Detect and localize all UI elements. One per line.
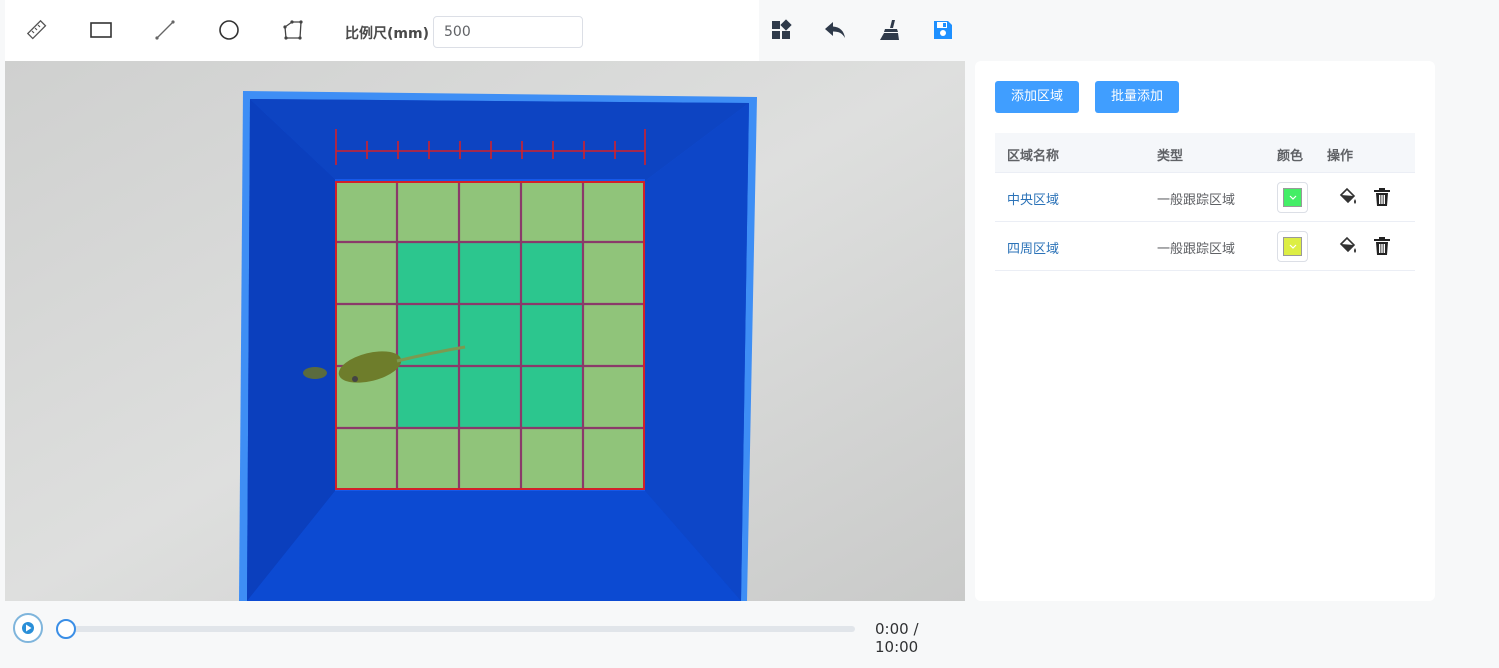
- region-type: 一般跟踪区域: [1157, 242, 1236, 257]
- region-grid: [335, 181, 645, 490]
- ruler-icon[interactable]: [21, 14, 53, 46]
- progress-knob[interactable]: [56, 619, 76, 639]
- circle-icon[interactable]: [213, 14, 245, 46]
- clear-brush-icon[interactable]: [873, 14, 905, 46]
- batch-add-button[interactable]: 批量添加: [1095, 81, 1180, 113]
- column-header: 操作: [1327, 149, 1354, 164]
- column-header: 颜色: [1277, 149, 1304, 164]
- color-picker[interactable]: [1277, 231, 1308, 262]
- save-icon[interactable]: [927, 14, 959, 46]
- undo-icon[interactable]: [819, 14, 851, 46]
- table-row: 中央区域 一般跟踪区域: [995, 173, 1415, 222]
- delete-icon[interactable]: [1371, 235, 1393, 257]
- fill-bucket-icon[interactable]: [1337, 235, 1359, 257]
- region-name-link[interactable]: 中央区域: [1007, 189, 1059, 208]
- region-name-link[interactable]: 四周区域: [1007, 238, 1059, 257]
- add-region-button[interactable]: 添加区域: [995, 81, 1080, 113]
- polygon-icon[interactable]: [277, 14, 309, 46]
- play-button[interactable]: [13, 613, 43, 643]
- video-canvas[interactable]: [5, 61, 965, 601]
- delete-icon[interactable]: [1371, 186, 1393, 208]
- color-swatch: [1283, 188, 1302, 207]
- chevron-down-icon: [1289, 244, 1296, 249]
- line-icon[interactable]: [149, 14, 181, 46]
- arena-frame: [5, 61, 965, 601]
- time-display: 0:00 / 10:00: [875, 620, 919, 656]
- color-swatch: [1283, 237, 1302, 256]
- fill-bucket-icon[interactable]: [1337, 186, 1359, 208]
- scale-label: 比例尺(mm): [345, 26, 429, 42]
- region-table: 区域名称 类型 颜色 操作 中央区域 一般跟踪区域 四周区域 一般跟踪区域: [995, 133, 1415, 271]
- drawing-toolbar: 比例尺(mm): [5, 0, 759, 61]
- column-header: 区域名称: [1007, 149, 1060, 164]
- column-header: 类型: [1157, 149, 1184, 164]
- region-type: 一般跟踪区域: [1157, 193, 1236, 208]
- layout-icon[interactable]: [765, 14, 797, 46]
- play-icon: [22, 622, 34, 634]
- rectangle-icon[interactable]: [85, 14, 117, 46]
- scale-input[interactable]: [433, 16, 583, 48]
- progress-track[interactable]: [61, 626, 855, 632]
- color-picker[interactable]: [1277, 182, 1308, 213]
- region-panel: 添加区域 批量添加 区域名称 类型 颜色 操作 中央区域 一般跟踪区域 四周区域…: [975, 61, 1435, 601]
- video-player-controls: 0:00 / 10:00: [5, 601, 965, 656]
- chevron-down-icon: [1289, 195, 1296, 200]
- table-header: 区域名称 类型 颜色 操作: [995, 133, 1415, 173]
- table-row: 四周区域 一般跟踪区域: [995, 222, 1415, 271]
